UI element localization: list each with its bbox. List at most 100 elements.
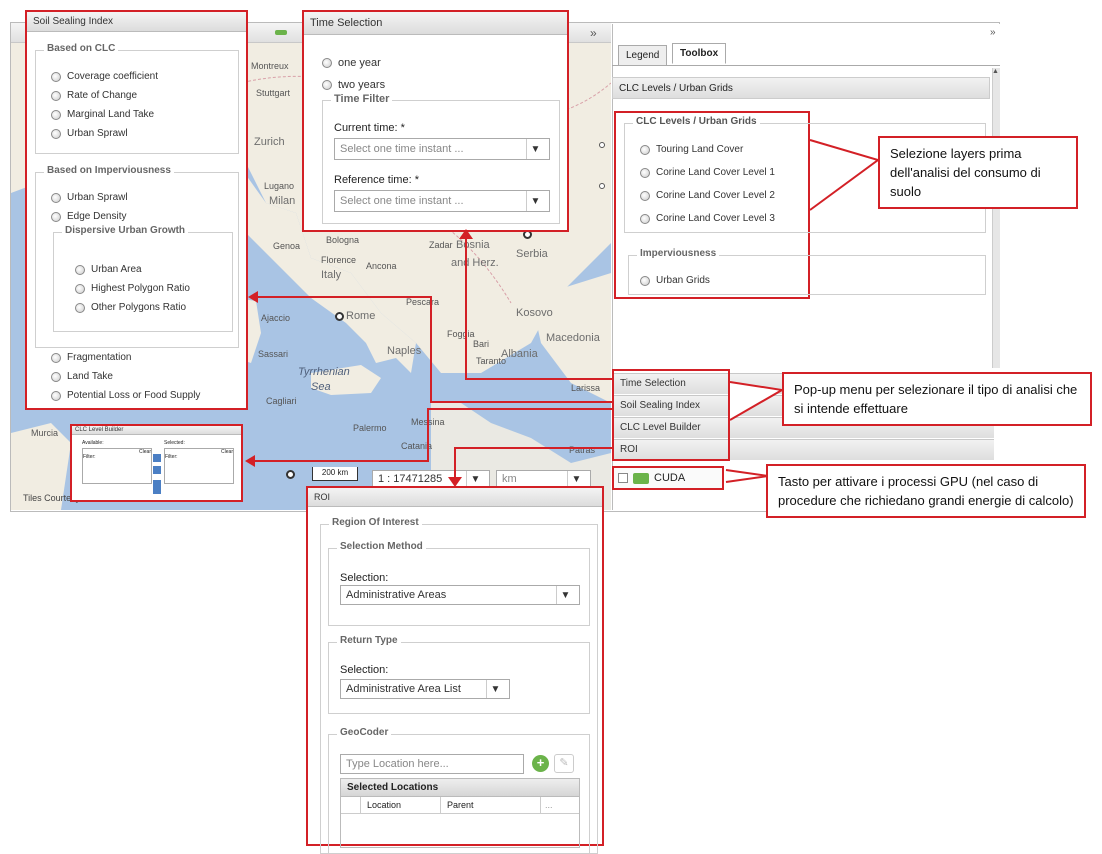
- radio-icon[interactable]: [51, 352, 61, 363]
- radio-label: Touring Land Cover: [656, 144, 744, 155]
- current-time-label: Current time: *: [334, 122, 405, 134]
- geocoder-input[interactable]: Type Location here...: [340, 754, 524, 774]
- map-label-ancona: Ancona: [366, 261, 397, 271]
- radio-icon[interactable]: [51, 128, 61, 139]
- radio-rate-of-change[interactable]: Rate of Change: [51, 86, 158, 105]
- map-label-bari: Bari: [473, 339, 490, 349]
- expand-map-button[interactable]: »: [590, 26, 597, 40]
- radio-urban-grids[interactable]: Urban Grids: [640, 271, 710, 290]
- column-location[interactable]: Location: [361, 797, 441, 813]
- radio-urban-area[interactable]: Urban Area: [75, 260, 190, 279]
- radio-icon[interactable]: [51, 390, 61, 401]
- radio-icon[interactable]: [640, 167, 650, 178]
- selection-method-select[interactable]: Administrative Areas ▼: [340, 585, 580, 605]
- radio-icon[interactable]: [51, 71, 61, 82]
- radio-icon[interactable]: [640, 190, 650, 201]
- cuda-toggle[interactable]: CUDA: [612, 466, 724, 490]
- map-label-stuttgart: Stuttgart: [256, 88, 291, 98]
- radio-icon[interactable]: [640, 213, 650, 224]
- return-type-legend: Return Type: [337, 635, 401, 646]
- arrow-up-icon: [459, 229, 473, 239]
- callout-gpu: Tasto per attivare i processi GPU (nel c…: [766, 464, 1086, 518]
- map-label-pescara: Pescara: [406, 297, 440, 307]
- chevron-down-icon: ▼: [486, 680, 504, 698]
- column-checkbox[interactable]: [341, 797, 361, 813]
- selection-method-label: Selection:: [340, 572, 389, 584]
- radio-one-year[interactable]: one year: [322, 52, 385, 74]
- radio-label: Corine Land Cover Level 1: [656, 167, 775, 178]
- chevron-down-icon: ▼: [526, 139, 544, 159]
- radio-fragmentation[interactable]: Fragmentation: [51, 348, 200, 367]
- radio-corine-level-1[interactable]: Corine Land Cover Level 1: [640, 161, 775, 184]
- column-more[interactable]: ...: [541, 797, 561, 813]
- imperv-index-list: Urban Sprawl Edge Density: [51, 188, 128, 226]
- chevron-down-icon: ▼: [567, 471, 585, 487]
- soil-sealing-title: Soil Sealing Index: [27, 12, 246, 32]
- edit-location-icon[interactable]: ✎: [554, 754, 574, 773]
- radio-highest-polygon-ratio[interactable]: Highest Polygon Ratio: [75, 279, 190, 298]
- map-label-bologna: Bologna: [326, 235, 360, 245]
- map-label-sassari: Sassari: [258, 349, 289, 359]
- tab-legend[interactable]: Legend: [618, 45, 668, 66]
- radio-icon[interactable]: [322, 58, 332, 68]
- radio-label: Corine Land Cover Level 2: [656, 190, 775, 201]
- radio-icon[interactable]: [51, 90, 61, 101]
- collapse-panel-button[interactable]: »: [990, 27, 996, 38]
- radio-marginal-land-take[interactable]: Marginal Land Take: [51, 105, 158, 124]
- tab-toolbox[interactable]: Toolbox: [672, 43, 727, 64]
- map-label-larissa: Larissa: [571, 383, 601, 393]
- radio-land-take[interactable]: Land Take: [51, 367, 200, 386]
- radio-label: one year: [338, 57, 381, 69]
- current-time-select[interactable]: Select one time instant ... ▼: [334, 138, 550, 160]
- city-marker-icon: [599, 142, 605, 148]
- toolbox-section-header[interactable]: CLC Levels / Urban Grids: [612, 77, 990, 99]
- reorder-icon[interactable]: [153, 480, 161, 494]
- map-label-sea: Sea: [311, 381, 331, 393]
- radio-icon[interactable]: [51, 109, 61, 120]
- radio-icon[interactable]: [75, 283, 85, 294]
- cuda-checkbox[interactable]: [618, 473, 628, 483]
- reference-time-select[interactable]: Select one time instant ... ▼: [334, 190, 550, 212]
- radio-icon[interactable]: [51, 211, 61, 222]
- available-filter-label: Filter:: [83, 454, 96, 460]
- chevron-down-icon: ▼: [556, 586, 574, 604]
- connector-roi: [454, 447, 456, 479]
- map-label-cagliari: Cagliari: [266, 396, 297, 406]
- connector-soil: [430, 296, 432, 403]
- radio-other-polygons-ratio[interactable]: Other Polygons Ratio: [75, 298, 190, 317]
- radio-icon[interactable]: [75, 302, 85, 313]
- radio-icon[interactable]: [640, 144, 650, 155]
- callout-layers: Selezione layers prima dell'analisi del …: [878, 136, 1078, 209]
- return-type-fieldset: Return Type: [328, 635, 590, 714]
- selected-clear-button[interactable]: Clear: [221, 449, 233, 455]
- radio-icon[interactable]: [51, 371, 61, 382]
- scroll-up-icon[interactable]: ▲: [992, 68, 999, 75]
- toolbox-scrollbar[interactable]: [992, 68, 1000, 368]
- arrow-left-icon: [248, 291, 258, 303]
- radio-urban-sprawl-clc[interactable]: Urban Sprawl: [51, 124, 158, 143]
- radio-coverage-coefficient[interactable]: Coverage coefficient: [51, 67, 158, 86]
- clc-levels-list: Touring Land Cover Corine Land Cover Lev…: [640, 138, 775, 230]
- radio-corine-level-3[interactable]: Corine Land Cover Level 3: [640, 207, 775, 230]
- time-selection-popup: Time Selection one year two years Time F…: [302, 10, 569, 232]
- add-location-icon[interactable]: +: [532, 755, 549, 772]
- radio-icon[interactable]: [75, 264, 85, 275]
- radio-urban-sprawl-imperv[interactable]: Urban Sprawl: [51, 188, 128, 207]
- radio-edge-density[interactable]: Edge Density: [51, 207, 128, 226]
- column-parent[interactable]: Parent: [441, 797, 541, 813]
- pan-tool-icon[interactable]: [275, 30, 287, 35]
- map-label-lugano: Lugano: [264, 181, 295, 191]
- move-right-icon[interactable]: [153, 454, 161, 462]
- connector-soil: [256, 296, 432, 298]
- radio-corine-level-2[interactable]: Corine Land Cover Level 2: [640, 184, 775, 207]
- radio-icon[interactable]: [51, 192, 61, 203]
- return-type-select[interactable]: Administrative Area List ▼: [340, 679, 510, 699]
- radio-touring-land-cover[interactable]: Touring Land Cover: [640, 138, 775, 161]
- selected-locations-grid: Selected Locations Location Parent ...: [340, 778, 580, 848]
- time-filter-legend: Time Filter: [331, 93, 393, 105]
- radio-icon[interactable]: [322, 80, 332, 90]
- radio-potential-loss[interactable]: Potential Loss or Food Supply: [51, 386, 200, 405]
- radio-icon[interactable]: [640, 275, 650, 286]
- available-clear-button[interactable]: Clear: [139, 449, 151, 455]
- move-left-icon[interactable]: [153, 466, 161, 474]
